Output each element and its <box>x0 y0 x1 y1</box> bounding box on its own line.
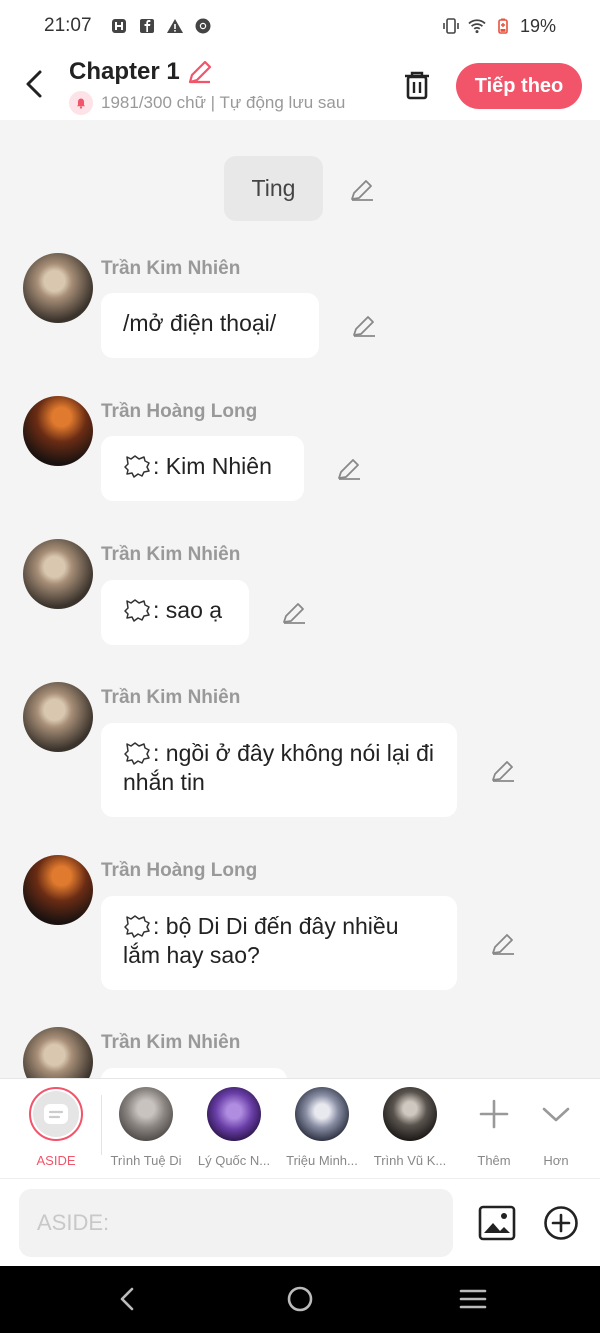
character-item[interactable]: Lý Quốc N... <box>190 1087 278 1168</box>
bell-icon <box>69 91 93 115</box>
avatar[interactable] <box>23 855 93 925</box>
character-avatar <box>295 1087 349 1141</box>
sender-name: Trần Hoàng Long <box>101 860 258 881</box>
character-avatar <box>207 1087 261 1141</box>
battery-percent: 19% <box>519 15 556 36</box>
system-nav-bar <box>0 1266 600 1333</box>
character-item[interactable]: Trình Vũ K... <box>366 1087 454 1168</box>
character-aside[interactable]: ASIDE <box>12 1087 100 1168</box>
nav-menu-icon[interactable] <box>458 1284 488 1314</box>
edit-icon[interactable] <box>336 456 362 482</box>
avatar[interactable] <box>23 682 93 752</box>
back-button[interactable] <box>20 66 50 102</box>
avatar[interactable] <box>23 1027 93 1078</box>
message-bubble[interactable]: : sao ạ <box>101 580 249 645</box>
message-bubble[interactable] <box>101 1068 287 1078</box>
status-time: 21:07 <box>44 15 92 36</box>
edit-icon[interactable] <box>349 177 375 203</box>
message-text: : Kim Nhiên <box>153 453 272 479</box>
aside-avatar <box>29 1087 83 1141</box>
thought-bubble-icon <box>124 915 150 938</box>
message-text: /mở điện thoại/ <box>123 310 277 336</box>
title-row: Chapter 1 <box>69 58 214 86</box>
thought-bubble-icon <box>124 742 150 765</box>
aside-icon <box>44 1104 68 1124</box>
delete-button[interactable] <box>400 68 434 102</box>
edit-icon[interactable] <box>490 758 516 784</box>
nav-home-icon[interactable] <box>285 1284 315 1314</box>
avatar[interactable] <box>23 396 93 466</box>
message-text: : bộ Di Di đến đây nhiều lắm hay sao? <box>123 913 399 968</box>
edit-icon[interactable] <box>490 931 516 957</box>
sender-name: Trần Kim Nhiên <box>101 544 241 565</box>
message-bubble[interactable]: : Kim Nhiên <box>101 436 304 501</box>
message-bubble[interactable]: /mở điện thoại/ <box>101 293 319 358</box>
status-bar: 21:07 19% <box>0 0 600 52</box>
character-item[interactable]: Triệu Minh... <box>278 1087 366 1168</box>
facebook-notification-icon <box>139 19 154 33</box>
message-bubble[interactable]: : ngồi ở đây không nói lại đi nhắn tin <box>101 723 457 817</box>
sender-name: Trần Kim Nhiên <box>101 687 241 708</box>
more-label: Hơn <box>543 1153 569 1168</box>
edit-icon[interactable] <box>281 600 307 626</box>
autosave-row: 1981/300 chữ | Tự động lưu sau <box>69 91 375 115</box>
status-left: 21:07 <box>44 15 212 37</box>
character-label: Trình Tuệ Di <box>110 1153 182 1168</box>
character-avatar <box>383 1087 437 1141</box>
message-input[interactable] <box>19 1189 453 1257</box>
character-avatar <box>119 1087 173 1141</box>
word-count-text: 1981/300 chữ | Tự động lưu sau <box>101 93 346 112</box>
sender-name: Trần Kim Nhiên <box>101 258 241 279</box>
avatar[interactable] <box>23 539 93 609</box>
chrome-icon <box>195 18 211 34</box>
narration-bubble[interactable]: Ting <box>224 156 323 221</box>
chevron-down-icon <box>542 1107 570 1122</box>
character-label: Lý Quốc N... <box>197 1153 271 1168</box>
vibrate-icon <box>443 18 459 34</box>
character-label: Triệu Minh... <box>286 1153 358 1168</box>
chapter-title[interactable]: Chapter 1 <box>69 58 180 86</box>
sender-name: Trần Hoàng Long <box>101 401 258 422</box>
edit-title-icon[interactable] <box>186 58 214 86</box>
more-characters-button[interactable]: Hơn <box>512 1087 600 1168</box>
hootsuite-notification-icon <box>111 19 126 33</box>
editor-header: Chapter 1 1981/300 chữ | Tự động lưu sau… <box>0 52 600 120</box>
avatar[interactable] <box>23 253 93 323</box>
character-bar: ASIDE Trình Tuệ Di Lý Quốc N... Triệu Mi… <box>0 1078 600 1178</box>
add-circle-icon[interactable] <box>543 1205 579 1241</box>
character-item[interactable]: Trình Tuệ Di <box>102 1087 190 1168</box>
status-right: 19% <box>442 16 556 37</box>
message-text: : sao ạ <box>153 597 223 623</box>
nav-back-icon[interactable] <box>113 1284 143 1314</box>
thought-bubble-icon <box>124 455 150 478</box>
wifi-icon <box>468 19 486 34</box>
next-button[interactable]: Tiếp theo <box>456 63 582 109</box>
image-icon[interactable] <box>478 1205 516 1241</box>
battery-icon <box>498 18 508 34</box>
message-bubble[interactable]: : bộ Di Di đến đây nhiều lắm hay sao? <box>101 896 457 990</box>
chat-area[interactable]: Ting Trần Kim Nhiên /mở điện thoại/ Trần… <box>0 120 600 1078</box>
warning-icon <box>166 19 183 33</box>
thought-bubble-icon <box>124 599 150 622</box>
character-label: ASIDE <box>36 1153 76 1168</box>
edit-icon[interactable] <box>351 313 377 339</box>
character-label: Trình Vũ K... <box>373 1153 447 1168</box>
input-bar <box>0 1178 600 1266</box>
message-text: : ngồi ở đây không nói lại đi nhắn tin <box>123 740 435 795</box>
sender-name: Trần Kim Nhiên <box>101 1032 241 1053</box>
